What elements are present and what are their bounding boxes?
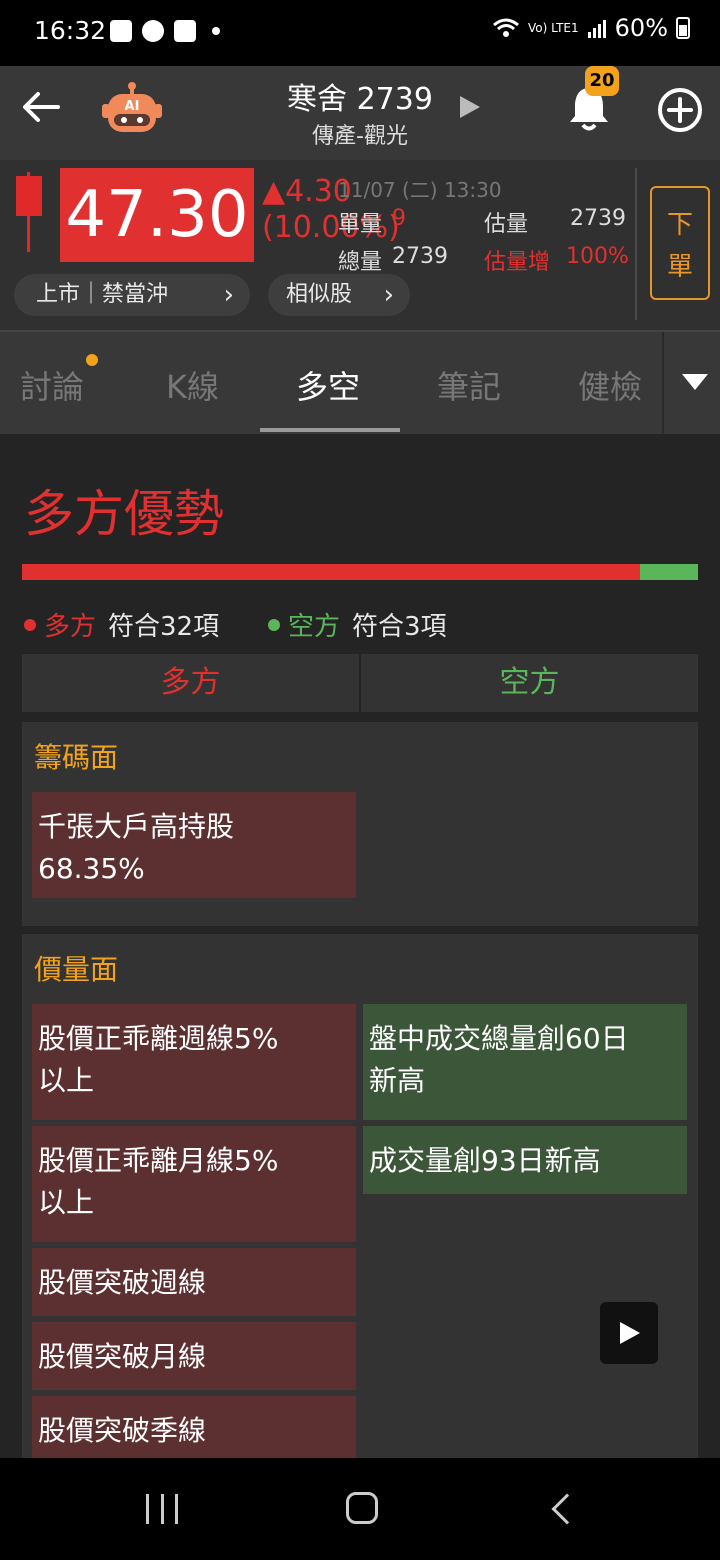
bear-count: 符合3項 xyxy=(352,612,447,642)
tab-notes[interactable]: 筆記 xyxy=(437,362,501,408)
total-volume-label: 總量 xyxy=(338,250,383,275)
check-icon xyxy=(174,20,196,42)
ai-robot-icon[interactable]: AI xyxy=(100,80,164,134)
battery-percent: 60% xyxy=(614,14,668,42)
bull-column-header: 多方 xyxy=(22,654,359,712)
bull-signal-card[interactable]: 股價正乖離月線5% 以上 xyxy=(32,1126,356,1242)
tab-bull-bear[interactable]: 多空 xyxy=(296,362,360,408)
bear-column-header: 空方 xyxy=(361,654,698,712)
play-icon[interactable] xyxy=(460,96,480,118)
unread-dot-icon xyxy=(86,354,98,366)
battery-icon xyxy=(676,17,690,39)
bull-bear-ratio-bar xyxy=(22,564,698,580)
quote-panel: 47.30 ▲4.30 (10.00%) 11/07 (二) 13:30 單量 … xyxy=(0,160,720,332)
stock-title: 寒舍 2739 xyxy=(287,82,433,117)
single-volume-label: 單量 xyxy=(338,212,383,237)
bear-legend: 空方 符合3項 xyxy=(268,606,447,643)
place-order-label: 下 單 xyxy=(666,210,693,282)
active-tab-indicator xyxy=(260,428,400,432)
tab-bar: 討論 K線 多空 筆記 健檢 xyxy=(0,332,720,434)
bull-dot-icon xyxy=(24,618,36,631)
notification-badge: 20 xyxy=(585,66,619,96)
recent-apps-icon[interactable] xyxy=(146,1494,178,1524)
bull-signal-card[interactable]: 千張大戶高持股 68.35% xyxy=(32,792,356,898)
tab-kline[interactable]: K線 xyxy=(166,362,219,408)
bull-count: 符合32項 xyxy=(108,612,220,642)
single-volume-value: 9 xyxy=(392,206,406,231)
price-volume-section: 價量面 股價正乖離週線5% 以上 股價正乖離月線5% 以上 股價突破週線 股價突… xyxy=(22,934,698,1474)
bear-signal-card[interactable]: 盤中成交總量創60日 新高 xyxy=(363,1004,687,1120)
network-label: Vo) LTE1 xyxy=(527,21,579,35)
market-info-pill[interactable]: 上市｜禁當沖 › xyxy=(14,274,250,316)
nav-back-icon[interactable] xyxy=(551,1493,583,1525)
system-nav-bar xyxy=(0,1458,720,1560)
bull-signal-card[interactable]: 股價正乖離週線5% 以上 xyxy=(32,1004,356,1120)
wifi-icon xyxy=(492,18,519,37)
est-volume-label: 估量 xyxy=(484,212,529,237)
dropdown-triangle-icon xyxy=(682,374,708,390)
bear-dot-icon xyxy=(268,618,280,631)
verdict-title: 多方優勢 xyxy=(24,485,224,543)
est-volume-value: 2739 xyxy=(570,206,626,231)
status-bar: 16:32 Vo) LTE1 60% xyxy=(0,0,720,66)
status-right: Vo) LTE1 60% xyxy=(492,14,690,42)
signal-icon xyxy=(587,20,606,38)
similar-stocks-pill[interactable]: 相似股 › xyxy=(268,274,410,316)
floating-play-button[interactable] xyxy=(600,1302,658,1364)
current-price: 47.30 xyxy=(60,168,254,262)
market-info-label: 上市｜禁當沖 xyxy=(36,282,169,307)
back-arrow-icon[interactable] xyxy=(18,84,64,130)
chip-section: 籌碼面 千張大戶高持股 68.35% xyxy=(22,722,698,926)
bull-signal-card[interactable]: 股價突破週線 xyxy=(32,1248,356,1316)
gallery-icon xyxy=(110,20,132,42)
home-icon[interactable] xyxy=(346,1492,378,1524)
chevron-right-icon: › xyxy=(383,280,394,310)
messenger-icon xyxy=(142,20,164,42)
stock-industry: 傳產-觀光 xyxy=(312,124,408,149)
bear-signal-card[interactable]: 成交量創93日新高 xyxy=(363,1126,687,1194)
bull-legend-label: 多方 xyxy=(44,612,97,642)
est-increase-label: 估量增 xyxy=(484,250,551,275)
notification-icons xyxy=(110,20,220,42)
section-title: 籌碼面 xyxy=(34,741,119,774)
total-volume-value: 2739 xyxy=(392,244,448,269)
chevron-right-icon: › xyxy=(223,280,234,310)
bull-signal-card[interactable]: 股價突破月線 xyxy=(32,1322,356,1390)
tab-health-check[interactable]: 健檢 xyxy=(578,362,642,408)
more-dot-icon xyxy=(212,27,220,35)
place-order-button[interactable]: 下 單 xyxy=(650,186,710,300)
divider xyxy=(635,168,637,320)
add-circle-icon[interactable] xyxy=(656,86,704,134)
similar-stocks-label: 相似股 xyxy=(286,282,353,307)
bull-ratio-fill xyxy=(22,564,640,580)
est-increase-value: 100% xyxy=(566,244,629,269)
candle-body xyxy=(16,176,42,216)
quote-datetime: 11/07 (二) 13:30 xyxy=(338,178,502,202)
app-header: AI 寒舍 2739 傳產-觀光 20 xyxy=(0,66,720,160)
svg-text:AI: AI xyxy=(125,99,140,114)
section-title: 價量面 xyxy=(34,953,119,986)
bull-legend: 多方 符合32項 xyxy=(24,606,219,643)
bear-legend-label: 空方 xyxy=(288,612,341,642)
status-time: 16:32 xyxy=(34,16,107,45)
tab-more-button[interactable] xyxy=(662,332,720,434)
tab-discussion[interactable]: 討論 xyxy=(20,362,84,408)
